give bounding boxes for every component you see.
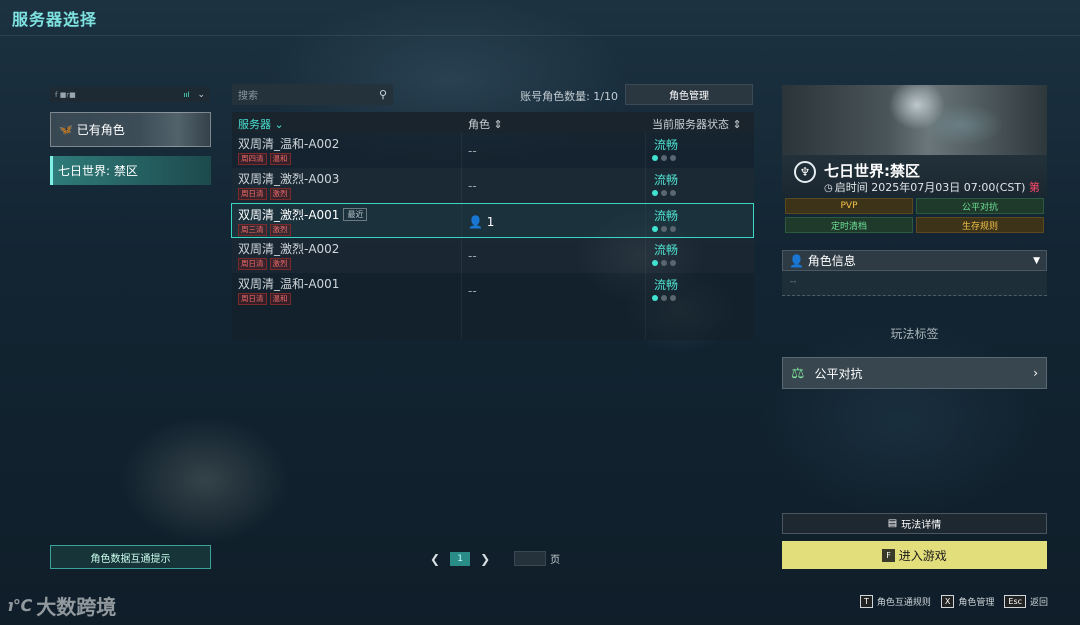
play-details-button[interactable]: ▤ 玩法详情 — [782, 513, 1047, 534]
jellyfish-icon: ♆ — [794, 161, 816, 183]
load-indicator — [652, 260, 676, 266]
mode-tag: 激烈 — [269, 188, 291, 200]
existing-characters-card[interactable]: 🦋 已有角色 — [50, 112, 211, 147]
search-icon[interactable]: ⚲ — [379, 88, 387, 101]
table-row-selected[interactable]: 双周清_激烈-A001 最近 周三清 激烈 👤 1 流畅 — [231, 203, 754, 238]
load-indicator — [652, 295, 676, 301]
mode-badge-pvp: PVP — [785, 198, 913, 214]
logo-icon: ℩℃ — [8, 596, 33, 615]
server-status: 流畅 — [654, 173, 679, 187]
server-table: 服务器 ⌄ 角色 ⇕ 当前服务器状态 ⇕ 双周清_温和-A002 周四清 温和 -… — [231, 112, 754, 340]
role-count: -- — [468, 249, 477, 263]
chevron-down-icon: ▼ — [1033, 255, 1040, 266]
document-icon: ▤ — [887, 518, 898, 529]
mode-badge-fair: 公平对抗 — [916, 198, 1044, 214]
table-row[interactable]: 双周清_激烈-A003 周日清 激烈 -- 流畅 — [232, 168, 754, 203]
mode-badge-clear: 定时清档 — [785, 217, 913, 233]
prev-page-icon[interactable]: ❮ — [430, 552, 440, 566]
role-info-dropdown[interactable]: 👤 角色信息 ▼ — [782, 250, 1047, 271]
play-tag-item[interactable]: ⚖ 公平对抗 › — [782, 357, 1047, 389]
role-count: -- — [468, 179, 477, 193]
table-header: 服务器 ⌄ 角色 ⇕ 当前服务器状态 ⇕ — [232, 112, 754, 133]
search-field[interactable]: 搜索 ⚲ — [232, 84, 393, 105]
hint-role-manage[interactable]: X 角色管理 — [940, 595, 994, 608]
server-name: 双周清_温和-A001 — [238, 277, 340, 291]
role-info-label: 角色信息 — [807, 254, 856, 268]
signal-icon: ııl — [183, 90, 190, 99]
reset-tag: 周三清 — [238, 224, 267, 236]
reset-tag: 周日清 — [238, 258, 267, 270]
play-tag-title: 玩法标签 — [890, 327, 939, 341]
recent-badge: 最近 — [343, 208, 368, 221]
sort-role-header[interactable]: 角色 ⇕ — [468, 116, 503, 132]
world-name: 七日世界:禁区 — [824, 162, 920, 180]
table-row[interactable]: 双周清_温和-A001 周日清 温和 -- 流畅 — [232, 273, 754, 308]
current-page[interactable]: 1 — [450, 551, 471, 566]
search-input[interactable]: 搜索 — [238, 87, 258, 102]
pagination: ❮ 1 ❯ 页 — [430, 551, 560, 566]
chevron-right-icon: › — [1033, 366, 1038, 380]
server-name: 双周清_温和-A002 — [238, 137, 340, 151]
mode-tag: 温和 — [269, 153, 291, 165]
server-name: 双周清_激烈-A001 最近 — [238, 206, 368, 223]
sort-server-header[interactable]: 服务器 ⌄ — [238, 116, 284, 132]
key-hint: F — [882, 548, 895, 562]
page-input[interactable] — [514, 551, 547, 566]
mode-tag: 激烈 — [269, 258, 291, 270]
role-count: -- — [468, 284, 477, 298]
play-tag-label: 公平对抗 — [814, 366, 863, 381]
server-status: 流畅 — [654, 138, 679, 152]
load-indicator — [652, 190, 676, 196]
hint-interop-rules[interactable]: T 角色互通规则 — [860, 595, 931, 608]
server-status: 流畅 — [654, 243, 679, 257]
role-count: 👤 1 — [468, 215, 495, 229]
table-row[interactable]: 双周清_温和-A002 周四清 温和 -- 流畅 — [232, 133, 754, 168]
server-status: 流畅 — [654, 209, 679, 223]
account-label: f ■r■ — [55, 90, 76, 99]
hint-back[interactable]: Esc 返回 — [1004, 595, 1048, 608]
next-page-icon[interactable]: ❯ — [480, 552, 490, 566]
mode-tag: 温和 — [269, 293, 291, 305]
butterfly-icon: 🦋 — [59, 123, 73, 136]
world-info: ♆ 七日世界:禁区 ◷ 启时间 2025年07月03日 07:00(CST) 第 — [782, 155, 1047, 197]
reset-tag: 周四清 — [238, 153, 267, 165]
chevron-down-icon: ⌄ — [197, 89, 205, 100]
keyboard-hints: T 角色互通规则 X 角色管理 Esc 返回 — [860, 595, 1058, 608]
world-tab-label: 七日世界: 禁区 — [58, 164, 138, 178]
user-icon: 👤 — [468, 215, 483, 229]
header-divider — [0, 35, 1080, 36]
sort-status-header[interactable]: 当前服务器状态 ⇕ — [652, 116, 742, 132]
role-info-content: -- — [782, 271, 1047, 296]
watermark-logo: ℩℃ 大数跨境 — [8, 595, 117, 619]
mode-tag: 激烈 — [269, 224, 291, 236]
open-time: ◷ 启时间 2025年07月03日 07:00(CST) 第 — [824, 181, 1040, 194]
account-role-count: 账号角色数量: 1/10 — [520, 90, 618, 103]
scale-icon: ⚖ — [791, 364, 805, 382]
reset-tag: 周日清 — [238, 188, 267, 200]
world-tab-forbidden-zone[interactable]: 七日世界: 禁区 — [50, 156, 211, 185]
enter-game-button[interactable]: F 进入游戏 — [782, 541, 1047, 569]
load-indicator — [652, 226, 676, 232]
table-row[interactable]: 双周清_激烈-A002 周日清 激烈 -- 流畅 — [232, 238, 754, 273]
user-icon: 👤 — [789, 253, 804, 268]
server-name: 双周清_激烈-A003 — [238, 172, 340, 186]
server-name: 双周清_激烈-A002 — [238, 242, 340, 256]
page-title: 服务器选择 — [12, 10, 98, 29]
mode-badge-survival: 生存规则 — [916, 217, 1044, 233]
server-status: 流畅 — [654, 278, 679, 292]
role-count: -- — [468, 144, 477, 158]
clock-icon: ◷ — [824, 183, 833, 194]
role-manage-button[interactable]: 角色管理 — [625, 84, 753, 105]
data-interop-hint-button[interactable]: 角色数据互通提示 — [50, 545, 211, 569]
account-selector[interactable]: f ■r■ ııl ⌄ — [50, 87, 210, 102]
existing-characters-label: 已有角色 — [76, 123, 125, 137]
reset-tag: 周日清 — [238, 293, 267, 305]
load-indicator — [652, 155, 676, 161]
world-banner-image — [782, 85, 1047, 155]
page-label: 页 — [550, 555, 561, 566]
